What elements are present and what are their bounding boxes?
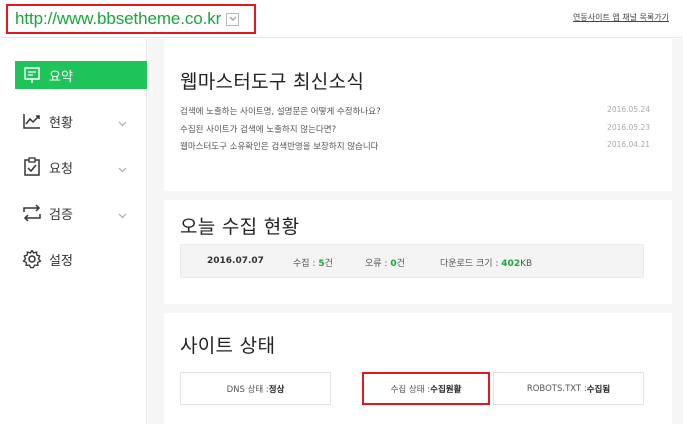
- sidebar-item-verify[interactable]: 검증: [15, 199, 147, 227]
- chevron-down-icon: [118, 162, 127, 177]
- site-status-card: 사이트 상태 DNS 상태 : 정상 수집 상태 : 수집원활 ROBOTS.T…: [164, 313, 672, 424]
- news-item-text: 수집된 사이트가 검색에 노출하지 않는다면?: [180, 125, 337, 135]
- site-url-selector[interactable]: http://www.bbsetheme.co.kr: [6, 4, 256, 34]
- news-item-date: 2016.05.23: [607, 123, 650, 132]
- news-card: 웹마스터도구 최신소식 검색에 노출하는 사이트명, 설명문은 어떻게 수정하나…: [164, 39, 672, 191]
- clipboard-check-icon: [21, 156, 43, 178]
- today-collection-card: 오늘 수집 현황 2016.07.07 수집 : 5건 오류 : 0건 다운로드…: [164, 200, 672, 304]
- verify-arrows-icon: [21, 202, 43, 224]
- news-item-date: 2016.05.24: [607, 105, 650, 114]
- site-status-title: 사이트 상태: [180, 335, 276, 357]
- stat-error: 오류 : 0건: [365, 259, 405, 269]
- sidebar-item-label: 설정: [49, 253, 73, 269]
- sidebar-item-status[interactable]: 현황: [15, 107, 147, 135]
- stats-bar: 2016.07.07 수집 : 5건 오류 : 0건 다운로드 크기 : 402…: [180, 244, 644, 278]
- top-header: http://www.bbsetheme.co.kr 연동사이트 앱 채널 목록…: [0, 0, 683, 38]
- collect-status: 수집 상태 : 수집원활: [362, 372, 490, 405]
- news-title: 웹마스터도구 최신소식: [180, 71, 365, 93]
- news-item-text: 웹마스터도구 소유확인은 검색반영을 보장하지 않습니다: [180, 142, 379, 152]
- summary-board-icon: [21, 64, 43, 86]
- sidebar-item-label: 요약: [49, 69, 73, 85]
- chevron-down-icon: [118, 208, 127, 223]
- news-item-text: 검색에 노출하는 사이트명, 설명문은 어떻게 수정하나요?: [180, 107, 381, 117]
- news-item[interactable]: 수집된 사이트가 검색에 노출하지 않는다면? 2016.05.23: [180, 123, 650, 135]
- sidebar-item-label: 검증: [49, 207, 73, 223]
- main-content: 웹마스터도구 최신소식 검색에 노출하는 사이트명, 설명문은 어떻게 수정하나…: [148, 39, 683, 424]
- chevron-down-icon: [118, 116, 127, 131]
- site-url: http://www.bbsetheme.co.kr: [15, 9, 222, 28]
- stat-collect: 수집 : 5건: [293, 259, 333, 269]
- news-item-date: 2016.04.21: [607, 140, 650, 149]
- news-item[interactable]: 검색에 노출하는 사이트명, 설명문은 어떻게 수정하나요? 2016.05.2…: [180, 105, 650, 117]
- sidebar-item-label: 요청: [49, 161, 73, 177]
- sidebar: 요약 현황 요청 검증 설정: [0, 39, 147, 424]
- news-item[interactable]: 웹마스터도구 소유확인은 검색반영을 보장하지 않습니다 2016.04.21: [180, 140, 650, 152]
- stats-date: 2016.07.07: [207, 256, 264, 266]
- stat-download-size: 다운로드 크기 : 402KB: [440, 259, 533, 269]
- today-title: 오늘 수집 현황: [180, 216, 300, 238]
- sidebar-item-settings[interactable]: 설정: [15, 245, 147, 273]
- sidebar-item-summary[interactable]: 요약: [15, 61, 147, 89]
- trend-chart-icon: [21, 110, 43, 132]
- gear-icon: [21, 248, 43, 270]
- dns-status: DNS 상태 : 정상: [180, 372, 331, 405]
- chevron-down-icon[interactable]: [226, 12, 240, 26]
- sidebar-item-label: 현황: [49, 115, 73, 131]
- sidebar-item-request[interactable]: 요청: [15, 153, 147, 181]
- robots-status: ROBOTS.TXT : 수집됨: [493, 372, 644, 405]
- linked-sites-link[interactable]: 연동사이트 앱 채널 목록가기: [573, 12, 669, 23]
